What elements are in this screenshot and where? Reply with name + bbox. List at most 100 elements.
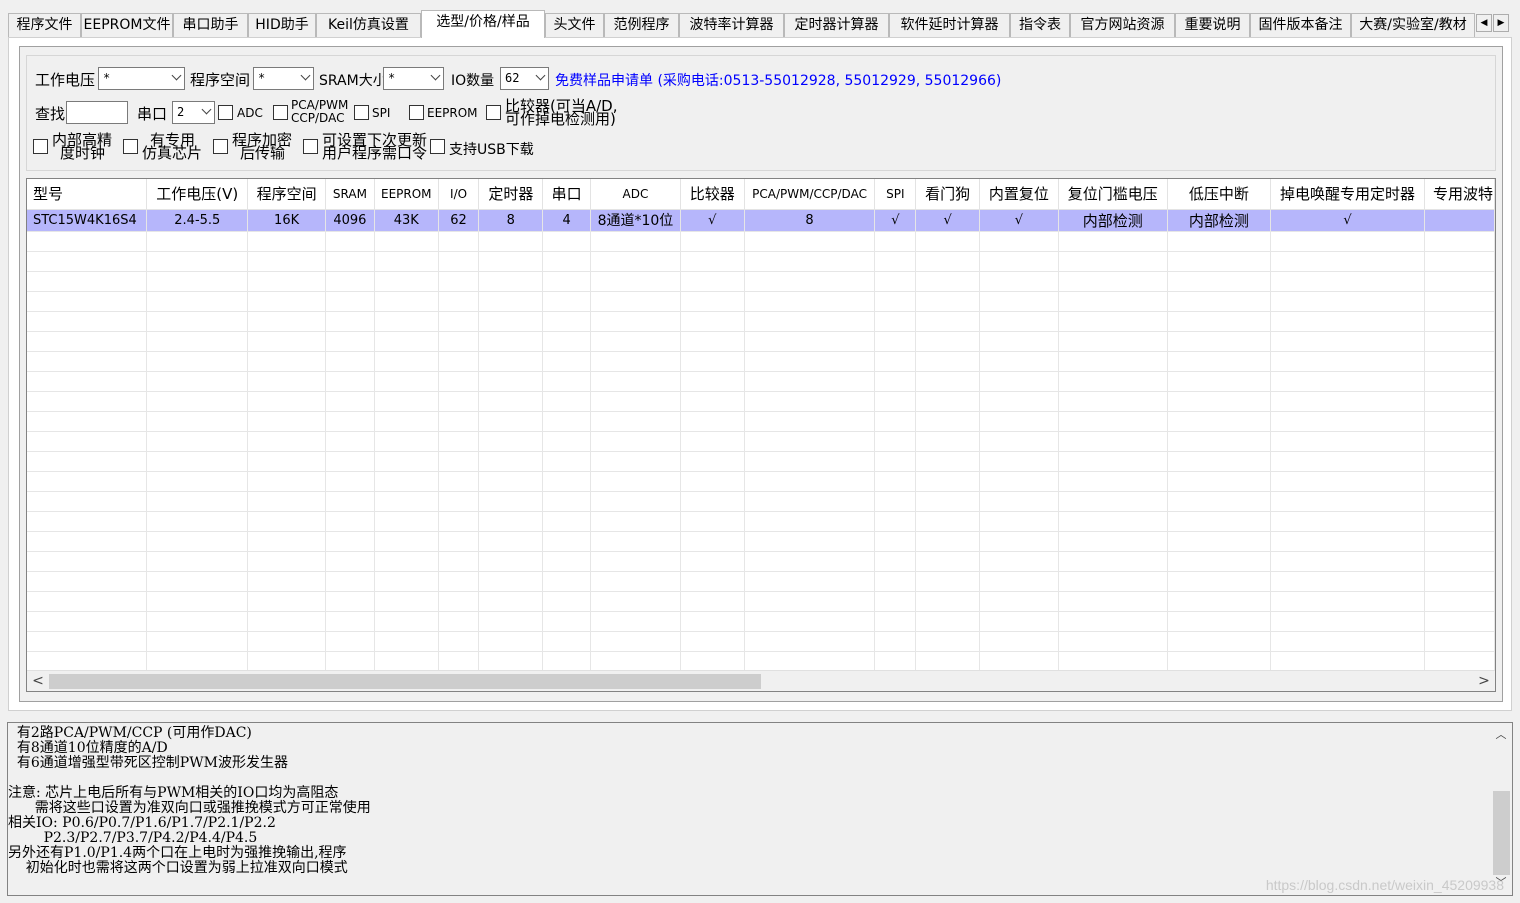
tab-official-resources[interactable]: 官方网站资源 xyxy=(1070,13,1175,37)
column-header[interactable]: 串口 xyxy=(542,179,592,210)
voltage-select[interactable]: * xyxy=(98,67,185,90)
table-cell[interactable]: √ xyxy=(915,209,981,232)
tab-delay-calculator[interactable]: 软件延时计算器 xyxy=(889,13,1010,37)
scroll-up-icon[interactable]: ︿ xyxy=(1491,726,1511,744)
table-cell[interactable]: √ xyxy=(680,209,745,232)
table-cell[interactable]: 8 xyxy=(744,209,876,232)
column-header[interactable]: I/O xyxy=(438,179,480,210)
free-sample-link[interactable]: 免费样品申请单 (采购电话:0513-55012928, 55012929, 5… xyxy=(555,70,1001,90)
tab-keil-settings[interactable]: Keil仿真设置 xyxy=(316,13,421,37)
search-input[interactable] xyxy=(66,101,128,124)
tab-contest-lab[interactable]: 大赛/实验室/教材 xyxy=(1351,13,1475,37)
table-row-empty xyxy=(27,411,1495,432)
table-cell[interactable]: √ xyxy=(1270,209,1425,232)
pca-checkbox[interactable] xyxy=(273,105,288,120)
column-header[interactable]: 低压中断 xyxy=(1167,179,1272,210)
table-cell[interactable]: 2.4-5.5 xyxy=(146,209,249,232)
table-cell[interactable]: 16K xyxy=(247,209,326,232)
tab-baud-calculator[interactable]: 波特率计算器 xyxy=(679,13,784,37)
scroll-right-icon[interactable]: > xyxy=(1475,672,1493,690)
table-cell[interactable]: 4 xyxy=(542,209,592,232)
table-cell-empty xyxy=(374,311,439,332)
table-cell[interactable]: 内部检测 xyxy=(1167,209,1272,232)
table-cell[interactable]: 8通道*10位 xyxy=(590,209,681,232)
column-header[interactable]: 型号 xyxy=(27,179,148,210)
table-cell-empty xyxy=(374,231,439,252)
table-cell[interactable]: 62 xyxy=(438,209,480,232)
column-header[interactable]: 内置复位 xyxy=(979,179,1059,210)
usb-download-checkbox[interactable] xyxy=(430,139,445,154)
io-count-select[interactable]: 62 xyxy=(500,67,549,90)
update-password-checkbox[interactable] xyxy=(303,139,318,154)
flash-select[interactable]: * xyxy=(253,67,314,90)
column-header[interactable]: SRAM xyxy=(325,179,375,210)
tab-program-file[interactable]: 程序文件 xyxy=(8,13,81,37)
table-cell-empty xyxy=(744,331,876,352)
table-cell-empty xyxy=(438,531,480,552)
column-header[interactable]: 程序空间 xyxy=(247,179,326,210)
tab-important-notes[interactable]: 重要说明 xyxy=(1175,13,1250,37)
column-header[interactable]: 比较器 xyxy=(680,179,745,210)
sram-select[interactable]: * xyxy=(383,67,444,90)
column-header[interactable]: 专用波特 xyxy=(1424,179,1495,210)
encrypted-transfer-checkbox[interactable] xyxy=(213,139,228,154)
column-header[interactable]: PCA/PWM/CCP/DAC xyxy=(744,179,876,210)
tab-scroll-left-button[interactable]: ◀ xyxy=(1476,14,1492,32)
column-header[interactable]: 掉电唤醒专用定时器 xyxy=(1270,179,1425,210)
table-cell[interactable]: √ xyxy=(874,209,917,232)
column-header[interactable]: SPI xyxy=(874,179,917,210)
table-cell-empty xyxy=(27,331,148,352)
selection-inner-frame: 工作电压 * 程序空间 * SRAM大小 * IO数量 62 免费样品申请单 (… xyxy=(19,46,1503,702)
table-cell[interactable]: 8 xyxy=(478,209,544,232)
tab-header-file[interactable]: 头文件 xyxy=(545,13,604,37)
emulator-chip-checkbox[interactable] xyxy=(123,139,138,154)
column-header[interactable]: 定时器 xyxy=(478,179,544,210)
comparator-checkbox[interactable] xyxy=(486,105,501,120)
table-scroll-thumb[interactable] xyxy=(49,674,761,689)
description-line: 需将这些口设置为准双向口或强推挽模式方可正常使用 xyxy=(8,800,371,816)
table-cell[interactable]: 4096 xyxy=(325,209,375,232)
table-cell-empty xyxy=(680,571,745,592)
tab-hid-assistant[interactable]: HID助手 xyxy=(248,13,316,37)
tab-example-programs[interactable]: 范例程序 xyxy=(604,13,679,37)
table-cell-empty xyxy=(325,391,375,412)
internal-clock-checkbox[interactable] xyxy=(33,139,48,154)
column-header[interactable]: 工作电压(V) xyxy=(146,179,249,210)
tab-eeprom-file[interactable]: EEPROM文件 xyxy=(81,13,173,37)
table-cell-empty xyxy=(247,391,326,412)
tab-scroll-right-button[interactable]: ▶ xyxy=(1493,14,1509,32)
table-row[interactable]: STC15W4K16S4 2.4-5.5 16K 4096 43K 62 8 4… xyxy=(27,209,1495,232)
table-cell-empty xyxy=(374,651,439,672)
table-cell-empty xyxy=(590,591,681,612)
column-header[interactable]: EEPROM xyxy=(374,179,439,210)
adc-checkbox[interactable] xyxy=(218,105,233,120)
tab-selection-price-sample[interactable]: 选型/价格/样品 xyxy=(421,10,545,38)
column-header[interactable]: ADC xyxy=(590,179,681,210)
column-header[interactable]: 复位门槛电压 xyxy=(1058,179,1168,210)
tab-serial-assistant[interactable]: 串口助手 xyxy=(173,13,248,37)
spi-checkbox[interactable] xyxy=(354,105,369,120)
encrypted-transfer-label-line2: 后传输 xyxy=(240,144,286,162)
tab-firmware-notes[interactable]: 固件版本备注 xyxy=(1250,13,1351,37)
eeprom-checkbox[interactable] xyxy=(409,105,424,120)
table-horizontal-scrollbar[interactable]: < > xyxy=(27,670,1495,691)
description-scroll-thumb[interactable] xyxy=(1493,791,1510,875)
table-cell-empty xyxy=(247,431,326,452)
tab-timer-calculator[interactable]: 定时器计算器 xyxy=(784,13,889,37)
table-cell-empty xyxy=(680,271,745,292)
table-cell[interactable]: 内部检测 xyxy=(1058,209,1168,232)
description-vertical-scrollbar[interactable]: ︿ ﹀ xyxy=(1491,724,1511,894)
table-cell-empty xyxy=(590,351,681,372)
tab-instruction-table[interactable]: 指令表 xyxy=(1010,13,1070,37)
scroll-left-icon[interactable]: < xyxy=(29,672,47,690)
table-cell[interactable]: 43K xyxy=(374,209,439,232)
table-cell[interactable] xyxy=(1424,209,1495,232)
table-cell-empty xyxy=(247,271,326,292)
uart-select[interactable]: 2 xyxy=(172,101,215,124)
column-header[interactable]: 看门狗 xyxy=(915,179,981,210)
table-cell[interactable]: STC15W4K16S4 xyxy=(27,209,148,232)
table-cell[interactable]: √ xyxy=(979,209,1059,232)
table-cell-empty xyxy=(478,551,544,572)
table-cell-empty xyxy=(146,631,249,652)
table-cell-empty xyxy=(874,631,917,652)
